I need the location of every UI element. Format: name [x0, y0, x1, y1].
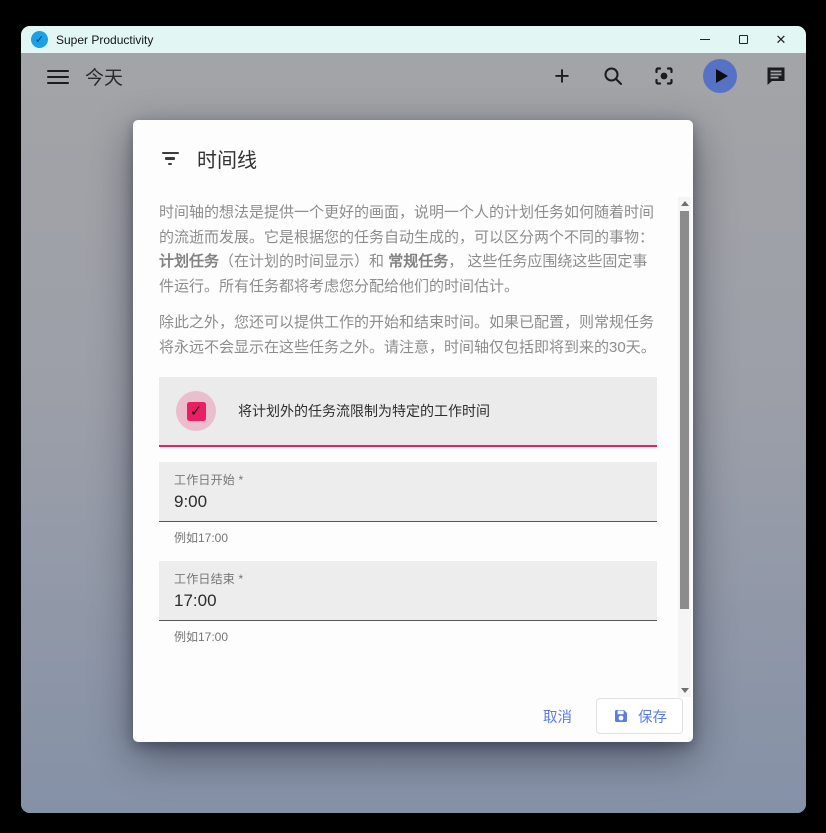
save-icon [612, 707, 630, 725]
chat-notes-icon [764, 64, 788, 88]
workday-end-input[interactable]: 工作日结束 * 17:00 [159, 561, 657, 621]
work-hours-checkbox-row[interactable]: ✓ 将计划外的任务流限制为特定的工作时间 [159, 377, 657, 447]
play-button[interactable] [703, 59, 737, 93]
checkbox-checked[interactable]: ✓ [187, 402, 206, 421]
scrollbar-thumb[interactable] [680, 211, 689, 609]
dialog-title: 时间线 [197, 144, 257, 173]
workday-start-value[interactable]: 9:00 [174, 492, 657, 512]
timeline-settings-dialog: 时间线 时间轴的想法是提供一个更好的画面，说明一个人的计划任务如何随着时间的流逝… [133, 120, 693, 742]
description-paragraph-1: 时间轴的想法是提供一个更好的画面，说明一个人的计划任务如何随着时间的流逝而发展。… [159, 201, 657, 299]
term-regular-tasks: 常规任务 [388, 253, 448, 270]
maximize-button[interactable] [724, 27, 762, 52]
save-button-label: 保存 [638, 706, 667, 727]
focus-mode-button[interactable] [652, 64, 676, 88]
checkbox-label[interactable]: 将计划外的任务流限制为特定的工作时间 [238, 401, 490, 421]
search-button[interactable] [601, 64, 625, 88]
term-scheduled-tasks: 计划任务 [159, 253, 219, 270]
app-logo-icon: ✓ [31, 31, 48, 48]
page-title: 今天 [85, 63, 123, 90]
filter-icon [160, 152, 180, 166]
checkbox-ripple: ✓ [176, 391, 216, 431]
workday-end-hint: 例如17:00 [174, 628, 657, 645]
add-task-button[interactable]: + [550, 64, 574, 88]
notes-button[interactable] [764, 64, 788, 88]
titlebar: ✓ Super Productivity ✕ [21, 26, 806, 53]
main-toolbar: 今天 + [21, 53, 806, 99]
save-button[interactable]: 保存 [596, 698, 683, 734]
search-icon [602, 65, 624, 87]
close-button[interactable]: ✕ [762, 27, 800, 52]
dialog-actions: 取消 保存 [527, 698, 683, 734]
maximize-icon [739, 35, 748, 44]
workday-start-input[interactable]: 工作日开始 * 9:00 [159, 462, 657, 522]
scrollbar-down-arrow[interactable] [678, 684, 691, 697]
minimize-icon [700, 39, 710, 40]
play-icon [716, 69, 728, 83]
scrollbar-up-arrow[interactable] [678, 197, 691, 210]
workday-start-label: 工作日开始 * [174, 471, 657, 488]
checkmark-icon: ✓ [190, 404, 203, 419]
workday-end-value[interactable]: 17:00 [174, 591, 657, 611]
dialog-header: 时间线 [133, 120, 693, 173]
window-title: Super Productivity [56, 33, 153, 47]
dialog-scrollbar[interactable] [678, 197, 691, 697]
workday-end-label: 工作日结束 * [174, 570, 657, 587]
dialog-body: 时间轴的想法是提供一个更好的画面，说明一个人的计划任务如何随着时间的流逝而发展。… [133, 173, 693, 645]
workday-start-hint: 例如17:00 [174, 529, 657, 546]
description-paragraph-2: 除此之外，您还可以提供工作的开始和结束时间。如果已配置，则常规任务将永远不会显示… [159, 311, 657, 360]
cancel-button[interactable]: 取消 [527, 698, 588, 734]
scroll-up-icon [681, 201, 689, 206]
toolbar-actions: + [550, 59, 788, 93]
close-icon: ✕ [776, 32, 787, 48]
minimize-button[interactable] [686, 27, 724, 52]
hamburger-menu-icon[interactable] [47, 70, 69, 85]
scroll-down-icon [681, 688, 689, 693]
focus-scan-icon [653, 65, 675, 87]
app-window: ✓ Super Productivity ✕ 今天 + [21, 26, 806, 813]
plus-icon: + [554, 66, 570, 86]
